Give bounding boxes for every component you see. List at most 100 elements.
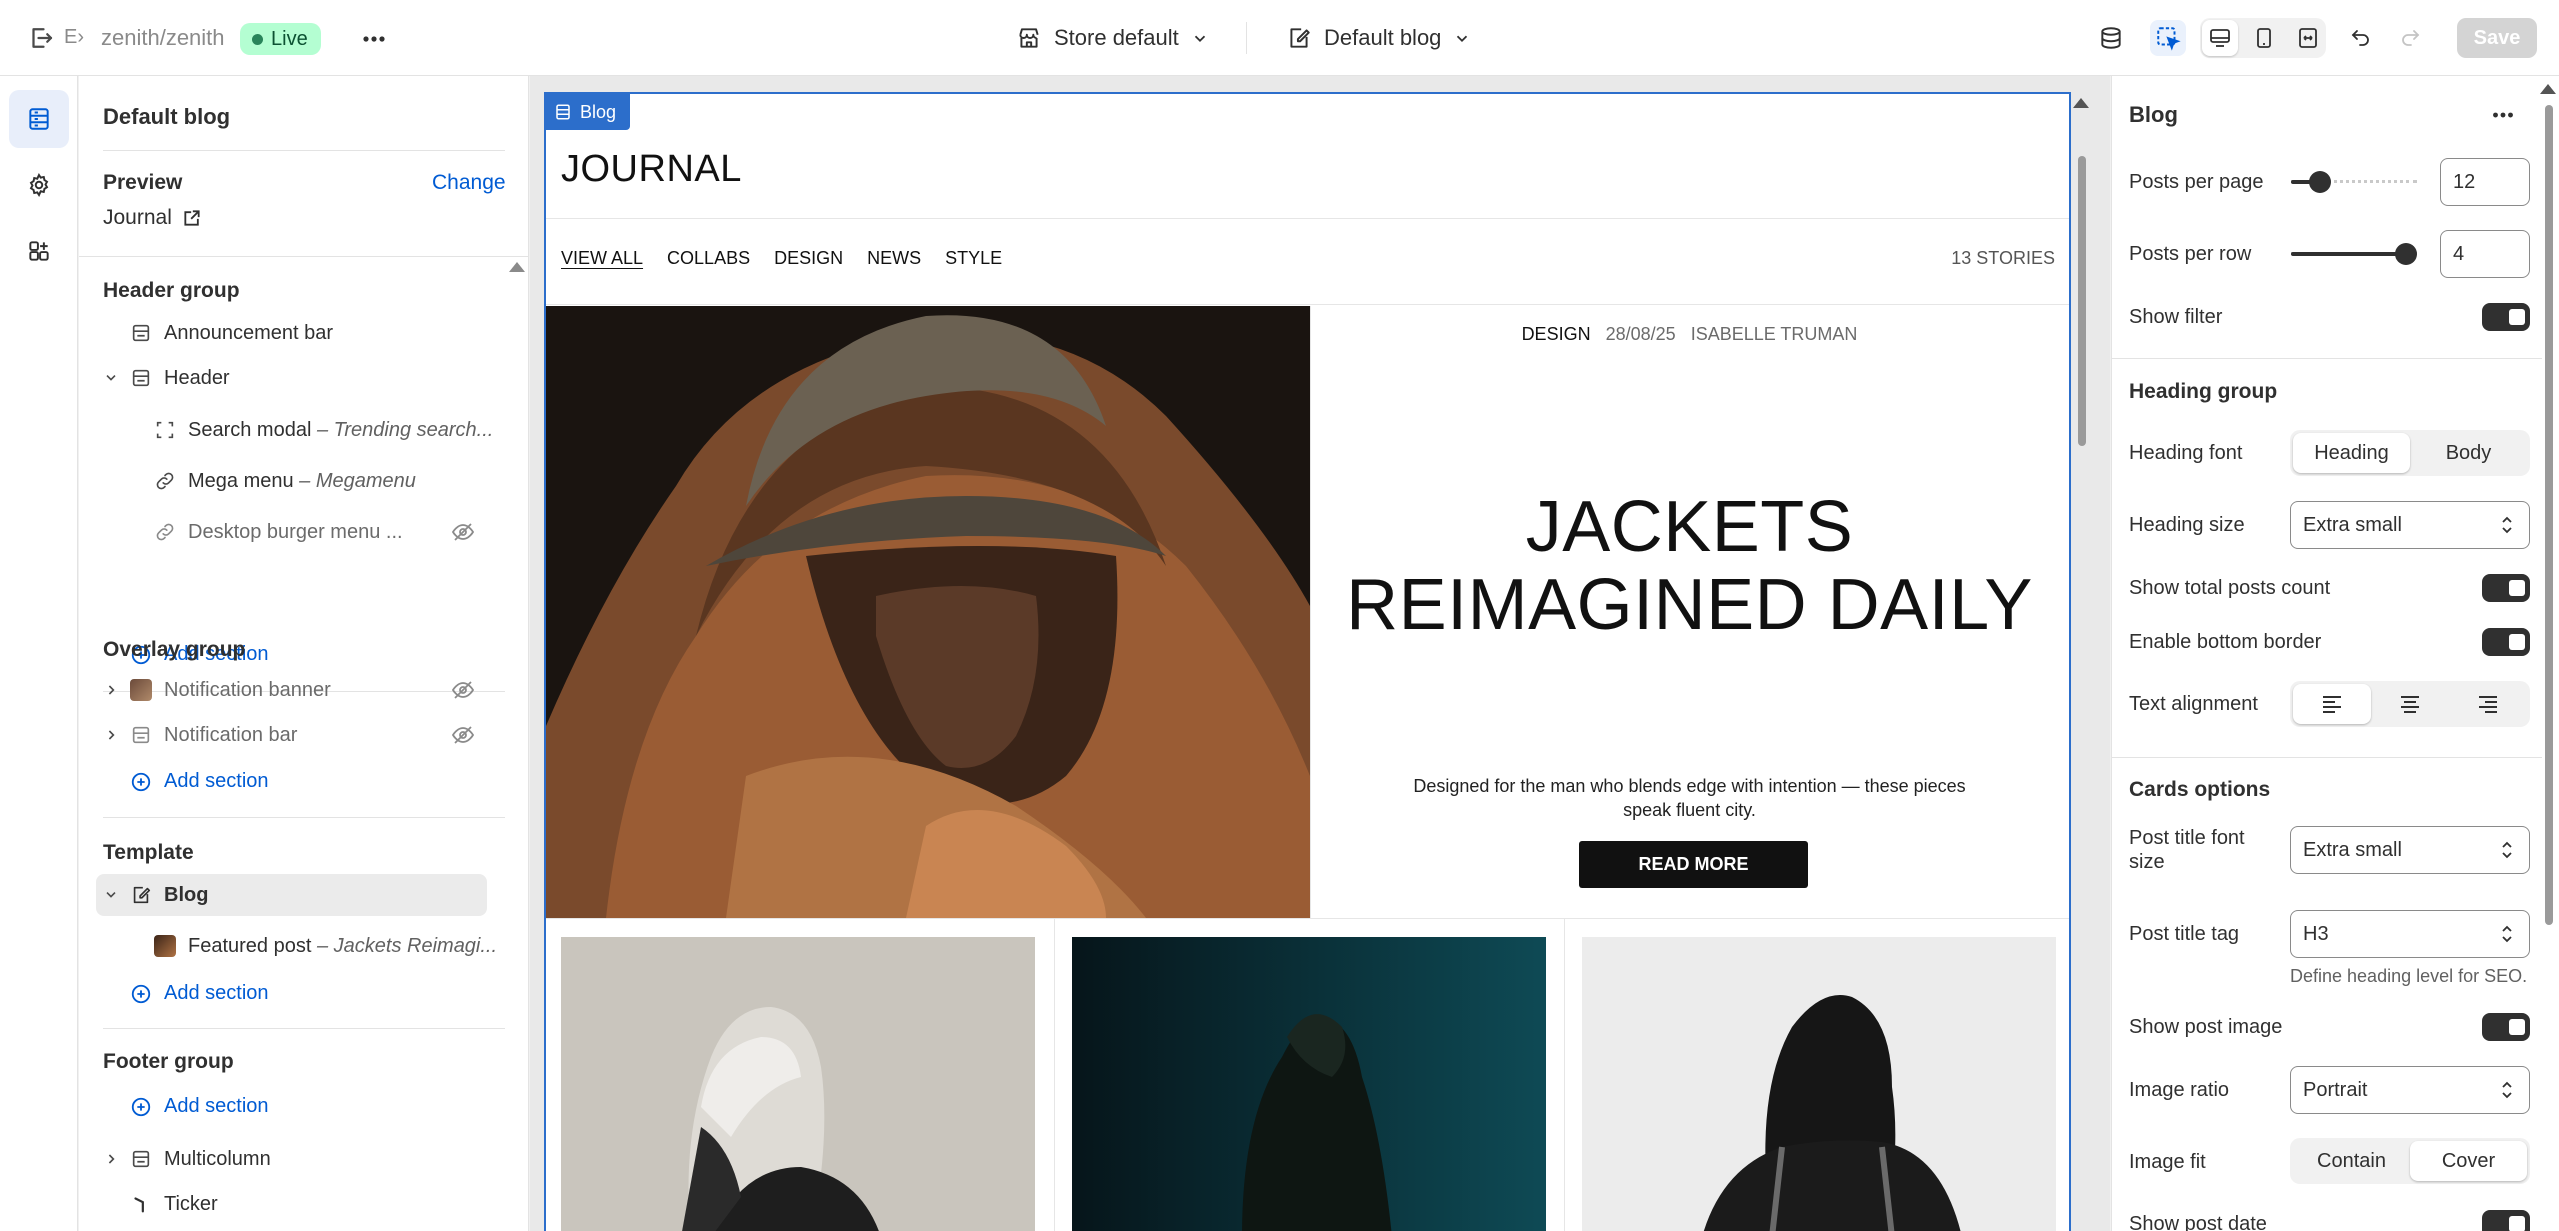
show-post-image-label: Show post image bbox=[2129, 1016, 2283, 1038]
slider-knob[interactable] bbox=[2308, 171, 2331, 193]
post-card-image[interactable] bbox=[561, 937, 1035, 1231]
heading-font-option-body[interactable]: Body bbox=[2410, 433, 2527, 473]
chevron-right-icon[interactable] bbox=[103, 727, 119, 743]
heading-font-segmented: Heading Body bbox=[2290, 430, 2530, 476]
bottom-border-toggle[interactable] bbox=[2482, 628, 2530, 656]
preview-scrollbar[interactable] bbox=[2078, 156, 2086, 446]
scroll-up-icon[interactable] bbox=[2073, 98, 2089, 108]
filter-news[interactable]: NEWS bbox=[867, 248, 921, 269]
section-notification-banner[interactable]: Notification banner bbox=[130, 670, 331, 710]
settings-gear-icon[interactable] bbox=[9, 156, 69, 214]
theme-selector[interactable]: Store default bbox=[1016, 20, 1209, 56]
section-multicolumn[interactable]: Multicolumn bbox=[130, 1139, 271, 1179]
stories-count: 13 STORIES bbox=[1951, 248, 2055, 268]
section-label: Ticker bbox=[164, 1192, 218, 1215]
scroll-up-icon[interactable] bbox=[2540, 84, 2556, 94]
section-icon bbox=[132, 1150, 150, 1168]
page-selector[interactable]: Default blog bbox=[1286, 20, 1471, 56]
apps-icon[interactable] bbox=[9, 222, 69, 280]
section-ticker[interactable]: Ticker bbox=[130, 1184, 218, 1224]
add-section-button[interactable]: Add section bbox=[130, 1095, 269, 1118]
post-card-image[interactable] bbox=[1582, 937, 2056, 1231]
image-fit-segmented: Contain Cover bbox=[2290, 1138, 2530, 1184]
align-center-icon[interactable] bbox=[2371, 684, 2449, 724]
section-label: Notification banner bbox=[164, 678, 331, 701]
featured-post-image[interactable] bbox=[546, 306, 1310, 918]
more-actions-icon[interactable] bbox=[358, 23, 390, 55]
top-bar: E› zenith/zenith Live Store default Defa… bbox=[0, 0, 2559, 76]
show-total-posts-toggle[interactable] bbox=[2482, 574, 2530, 602]
section-tag[interactable]: Blog bbox=[544, 94, 631, 130]
show-post-image-toggle[interactable] bbox=[2482, 1013, 2530, 1041]
text-alignment-segmented bbox=[2290, 681, 2530, 727]
hidden-eye-icon[interactable] bbox=[451, 723, 475, 747]
mobile-icon[interactable] bbox=[2246, 20, 2282, 56]
post-title-tag-help: Define heading level for SEO. bbox=[2290, 966, 2528, 986]
align-right-icon[interactable] bbox=[2449, 684, 2527, 724]
more-actions-icon[interactable] bbox=[2488, 100, 2518, 130]
divider bbox=[2112, 757, 2542, 758]
slider-knob[interactable] bbox=[2395, 243, 2417, 265]
sections-icon[interactable] bbox=[9, 90, 69, 148]
preview-canvas: JOURNAL VIEW ALL COLLABS DESIGN NEWS STY… bbox=[530, 76, 2110, 1231]
post-thumbnail bbox=[154, 935, 176, 957]
desktop-icon[interactable] bbox=[2202, 20, 2238, 56]
exit-label[interactable]: E› bbox=[64, 26, 84, 49]
featured-post-title[interactable]: JACKETS REIMAGINED DAILY bbox=[1310, 488, 2069, 644]
chevron-down-icon[interactable] bbox=[103, 887, 119, 903]
read-more-button[interactable]: READ MORE bbox=[1579, 841, 1808, 888]
show-post-date-toggle[interactable] bbox=[2482, 1210, 2530, 1231]
chevron-right-icon[interactable] bbox=[103, 1151, 119, 1167]
post-author: ISABELLE TRUMAN bbox=[1690, 324, 1858, 344]
inspector-select-icon[interactable] bbox=[2150, 20, 2186, 56]
posts-per-row-input[interactable]: 4 bbox=[2440, 230, 2530, 278]
filter-design[interactable]: DESIGN bbox=[774, 248, 843, 269]
add-section-button[interactable]: Add section bbox=[130, 770, 269, 793]
post-title-tag-label: Post title tag bbox=[2129, 923, 2240, 945]
post-category[interactable]: DESIGN bbox=[1522, 324, 1591, 344]
post-card-image[interactable] bbox=[1072, 937, 1546, 1231]
full-width-icon[interactable] bbox=[2290, 20, 2326, 56]
database-icon[interactable] bbox=[2093, 20, 2129, 56]
image-fit-option-cover[interactable]: Cover bbox=[2410, 1141, 2527, 1181]
show-filter-toggle[interactable] bbox=[2482, 303, 2530, 331]
section-notification-bar[interactable]: Notification bar bbox=[130, 715, 297, 755]
chevron-down-icon bbox=[1457, 35, 1468, 42]
posts-per-page-input[interactable]: 12 bbox=[2440, 158, 2530, 206]
divider bbox=[546, 304, 2069, 305]
block-featured-post[interactable]: Featured post – Jackets Reimagi... bbox=[154, 926, 497, 966]
image-fit-option-contain[interactable]: Contain bbox=[2293, 1141, 2410, 1181]
undo-icon[interactable] bbox=[2343, 20, 2379, 56]
divider bbox=[1564, 918, 1565, 1231]
live-dot-icon bbox=[252, 33, 263, 45]
section-blog[interactable]: Blog bbox=[130, 875, 208, 915]
filter-collabs[interactable]: COLLABS bbox=[667, 248, 750, 269]
exit-icon[interactable] bbox=[26, 23, 56, 53]
add-section-button[interactable]: Add section bbox=[130, 982, 269, 1005]
posts-per-page-slider[interactable] bbox=[2291, 170, 2417, 194]
ticker-icon bbox=[134, 1197, 144, 1213]
heading-size-select[interactable]: Extra small bbox=[2290, 501, 2530, 549]
theme-label: Store default bbox=[1054, 25, 1179, 50]
filter-style[interactable]: STYLE bbox=[945, 248, 1002, 269]
sections-panel-groups: Notification banner Notification bar Add… bbox=[79, 76, 529, 1231]
divider bbox=[103, 1028, 505, 1029]
title-line: REIMAGINED DAILY bbox=[1346, 565, 2033, 645]
save-button[interactable]: Save bbox=[2457, 18, 2537, 58]
post-title-tag-select[interactable]: H3 bbox=[2290, 910, 2530, 958]
featured-post-excerpt: Designed for the man who blends edge wit… bbox=[1413, 776, 1966, 820]
divider bbox=[1054, 918, 1055, 1231]
divider bbox=[103, 817, 505, 818]
filter-view-all[interactable]: VIEW ALL bbox=[561, 248, 643, 269]
align-left-icon[interactable] bbox=[2293, 684, 2371, 724]
heading-font-option-heading[interactable]: Heading bbox=[2293, 433, 2410, 473]
settings-scrollbar[interactable] bbox=[2545, 105, 2553, 925]
preview-frame: JOURNAL VIEW ALL COLLABS DESIGN NEWS STY… bbox=[544, 92, 2071, 1231]
chevron-right-icon[interactable] bbox=[103, 682, 119, 698]
redo-icon[interactable] bbox=[2392, 20, 2428, 56]
show-post-date-label: Show post date bbox=[2129, 1213, 2267, 1231]
hidden-eye-icon[interactable] bbox=[451, 678, 475, 702]
post-title-font-size-select[interactable]: Extra small bbox=[2290, 826, 2530, 874]
image-ratio-select[interactable]: Portrait bbox=[2290, 1066, 2530, 1114]
posts-per-row-slider[interactable] bbox=[2291, 242, 2417, 266]
